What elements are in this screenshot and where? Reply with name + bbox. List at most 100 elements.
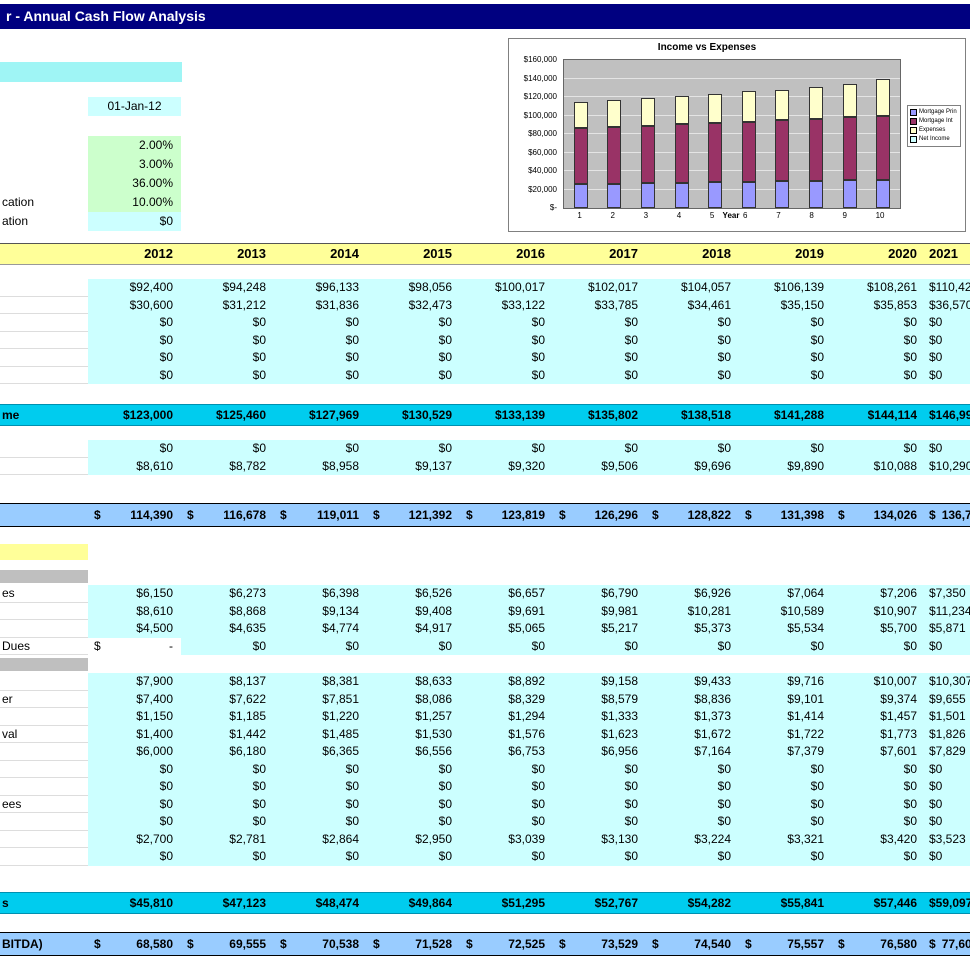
row-label-cell[interactable]: ees (0, 796, 88, 814)
value-cell[interactable]: $10,307 (925, 673, 970, 691)
value-cell[interactable]: $9,137 (367, 458, 460, 476)
value-cell[interactable]: $48,474 (274, 893, 367, 913)
value-cell[interactable]: $0 (460, 314, 553, 332)
value-cell[interactable]: $0 (832, 440, 925, 458)
value-cell[interactable]: $0 (88, 349, 181, 367)
value-cell[interactable]: $3,224 (646, 831, 739, 849)
value-cell[interactable]: $133,139 (460, 405, 553, 425)
value-cell[interactable]: $9,408 (367, 603, 460, 621)
value-cell[interactable]: $7,829 (925, 743, 970, 761)
value-cell[interactable]: $8,892 (460, 673, 553, 691)
value-cell[interactable]: $6,956 (553, 743, 646, 761)
value-cell[interactable]: $6,926 (646, 585, 739, 603)
value-cell[interactable]: $0 (181, 813, 274, 831)
value-cell[interactable]: $0 (460, 367, 553, 385)
value-cell[interactable]: $59,097 (925, 893, 970, 913)
value-cell[interactable]: $10,907 (832, 603, 925, 621)
value-cell[interactable]: $73,529 (553, 933, 646, 955)
value-cell[interactable]: $123,000 (88, 405, 181, 425)
value-cell[interactable]: $0 (553, 314, 646, 332)
value-cell[interactable]: $0 (553, 761, 646, 779)
value-cell[interactable]: $0 (274, 367, 367, 385)
value-cell[interactable]: $47,123 (181, 893, 274, 913)
year-header-cell[interactable]: 2014 (274, 244, 367, 264)
value-cell[interactable]: $0 (739, 813, 832, 831)
value-cell[interactable]: $70,538 (274, 933, 367, 955)
value-cell[interactable]: $0 (925, 796, 970, 814)
value-cell[interactable]: $33,122 (460, 297, 553, 315)
value-cell[interactable]: $0 (367, 349, 460, 367)
value-cell[interactable]: $30,600 (88, 297, 181, 315)
value-cell[interactable]: $1,400 (88, 726, 181, 744)
value-cell[interactable]: $0 (646, 332, 739, 350)
value-cell[interactable]: $0 (646, 349, 739, 367)
value-cell[interactable]: $1,530 (367, 726, 460, 744)
value-cell[interactable]: $0 (181, 332, 274, 350)
value-cell[interactable]: $7,164 (646, 743, 739, 761)
value-cell[interactable]: $71,528 (367, 933, 460, 955)
value-cell[interactable]: $1,185 (181, 708, 274, 726)
value-cell[interactable]: $10,290 (925, 458, 970, 476)
value-cell[interactable]: $110,426 (925, 279, 970, 297)
value-cell[interactable]: $7,601 (832, 743, 925, 761)
value-cell[interactable]: $0 (646, 778, 739, 796)
value-cell[interactable]: $0 (739, 796, 832, 814)
value-cell[interactable]: $0 (832, 314, 925, 332)
value-cell[interactable]: $0 (181, 778, 274, 796)
value-cell[interactable]: $0 (646, 440, 739, 458)
value-cell[interactable]: $9,134 (274, 603, 367, 621)
row-label-cell[interactable] (0, 831, 88, 849)
value-cell[interactable]: $0 (925, 761, 970, 779)
value-cell[interactable]: $4,500 (88, 620, 181, 638)
value-cell[interactable]: $131,398 (739, 504, 832, 526)
value-cell[interactable]: $98,056 (367, 279, 460, 297)
value-cell[interactable]: $0 (367, 638, 460, 656)
value-cell[interactable]: $9,101 (739, 691, 832, 709)
value-cell[interactable]: $0 (181, 314, 274, 332)
value-cell[interactable]: $0 (832, 367, 925, 385)
value-cell[interactable]: $31,212 (181, 297, 274, 315)
value-cell[interactable]: $0 (646, 813, 739, 831)
value-cell[interactable]: $9,696 (646, 458, 739, 476)
value-cell[interactable]: $6,273 (181, 585, 274, 603)
value-cell[interactable]: $7,851 (274, 691, 367, 709)
value-cell[interactable]: $7,379 (739, 743, 832, 761)
value-cell[interactable]: $0 (367, 314, 460, 332)
value-cell[interactable]: $138,518 (646, 405, 739, 425)
value-cell[interactable]: $1,773 (832, 726, 925, 744)
value-cell[interactable]: $0 (553, 848, 646, 866)
value-cell[interactable]: $0 (88, 332, 181, 350)
value-cell[interactable]: $77,609 (925, 933, 970, 955)
value-cell[interactable]: $36,570 (925, 297, 970, 315)
value-cell[interactable]: $52,767 (553, 893, 646, 913)
value-cell[interactable]: $0 (460, 848, 553, 866)
value-cell[interactable]: $0 (274, 813, 367, 831)
value-cell[interactable]: $102,017 (553, 279, 646, 297)
value-cell[interactable]: $0 (739, 332, 832, 350)
value-cell[interactable]: $55,841 (739, 893, 832, 913)
value-cell[interactable]: $75,557 (739, 933, 832, 955)
value-cell[interactable]: $3,039 (460, 831, 553, 849)
value-cell[interactable]: $0 (553, 349, 646, 367)
value-cell[interactable]: $49,864 (367, 893, 460, 913)
value-cell[interactable]: $45,810 (88, 893, 181, 913)
value-cell[interactable]: $104,057 (646, 279, 739, 297)
value-cell[interactable]: $0 (739, 440, 832, 458)
value-cell[interactable]: $3,523 (925, 831, 970, 849)
value-cell[interactable]: $2,781 (181, 831, 274, 849)
value-cell[interactable]: $0 (181, 761, 274, 779)
value-cell[interactable]: $0 (739, 761, 832, 779)
value-cell[interactable]: $106,139 (739, 279, 832, 297)
row-label-cell[interactable] (0, 620, 88, 638)
value-cell[interactable]: $126,296 (553, 504, 646, 526)
value-cell[interactable]: $9,158 (553, 673, 646, 691)
value-cell[interactable]: $1,333 (553, 708, 646, 726)
value-cell[interactable]: $0 (181, 349, 274, 367)
value-cell[interactable]: $0 (739, 638, 832, 656)
value-cell[interactable]: $1,150 (88, 708, 181, 726)
value-cell[interactable]: $33,785 (553, 297, 646, 315)
value-cell[interactable]: $0 (460, 440, 553, 458)
value-cell[interactable]: $68,580 (88, 933, 181, 955)
value-cell[interactable]: $96,133 (274, 279, 367, 297)
year-header-cell[interactable]: 2019 (739, 244, 832, 264)
